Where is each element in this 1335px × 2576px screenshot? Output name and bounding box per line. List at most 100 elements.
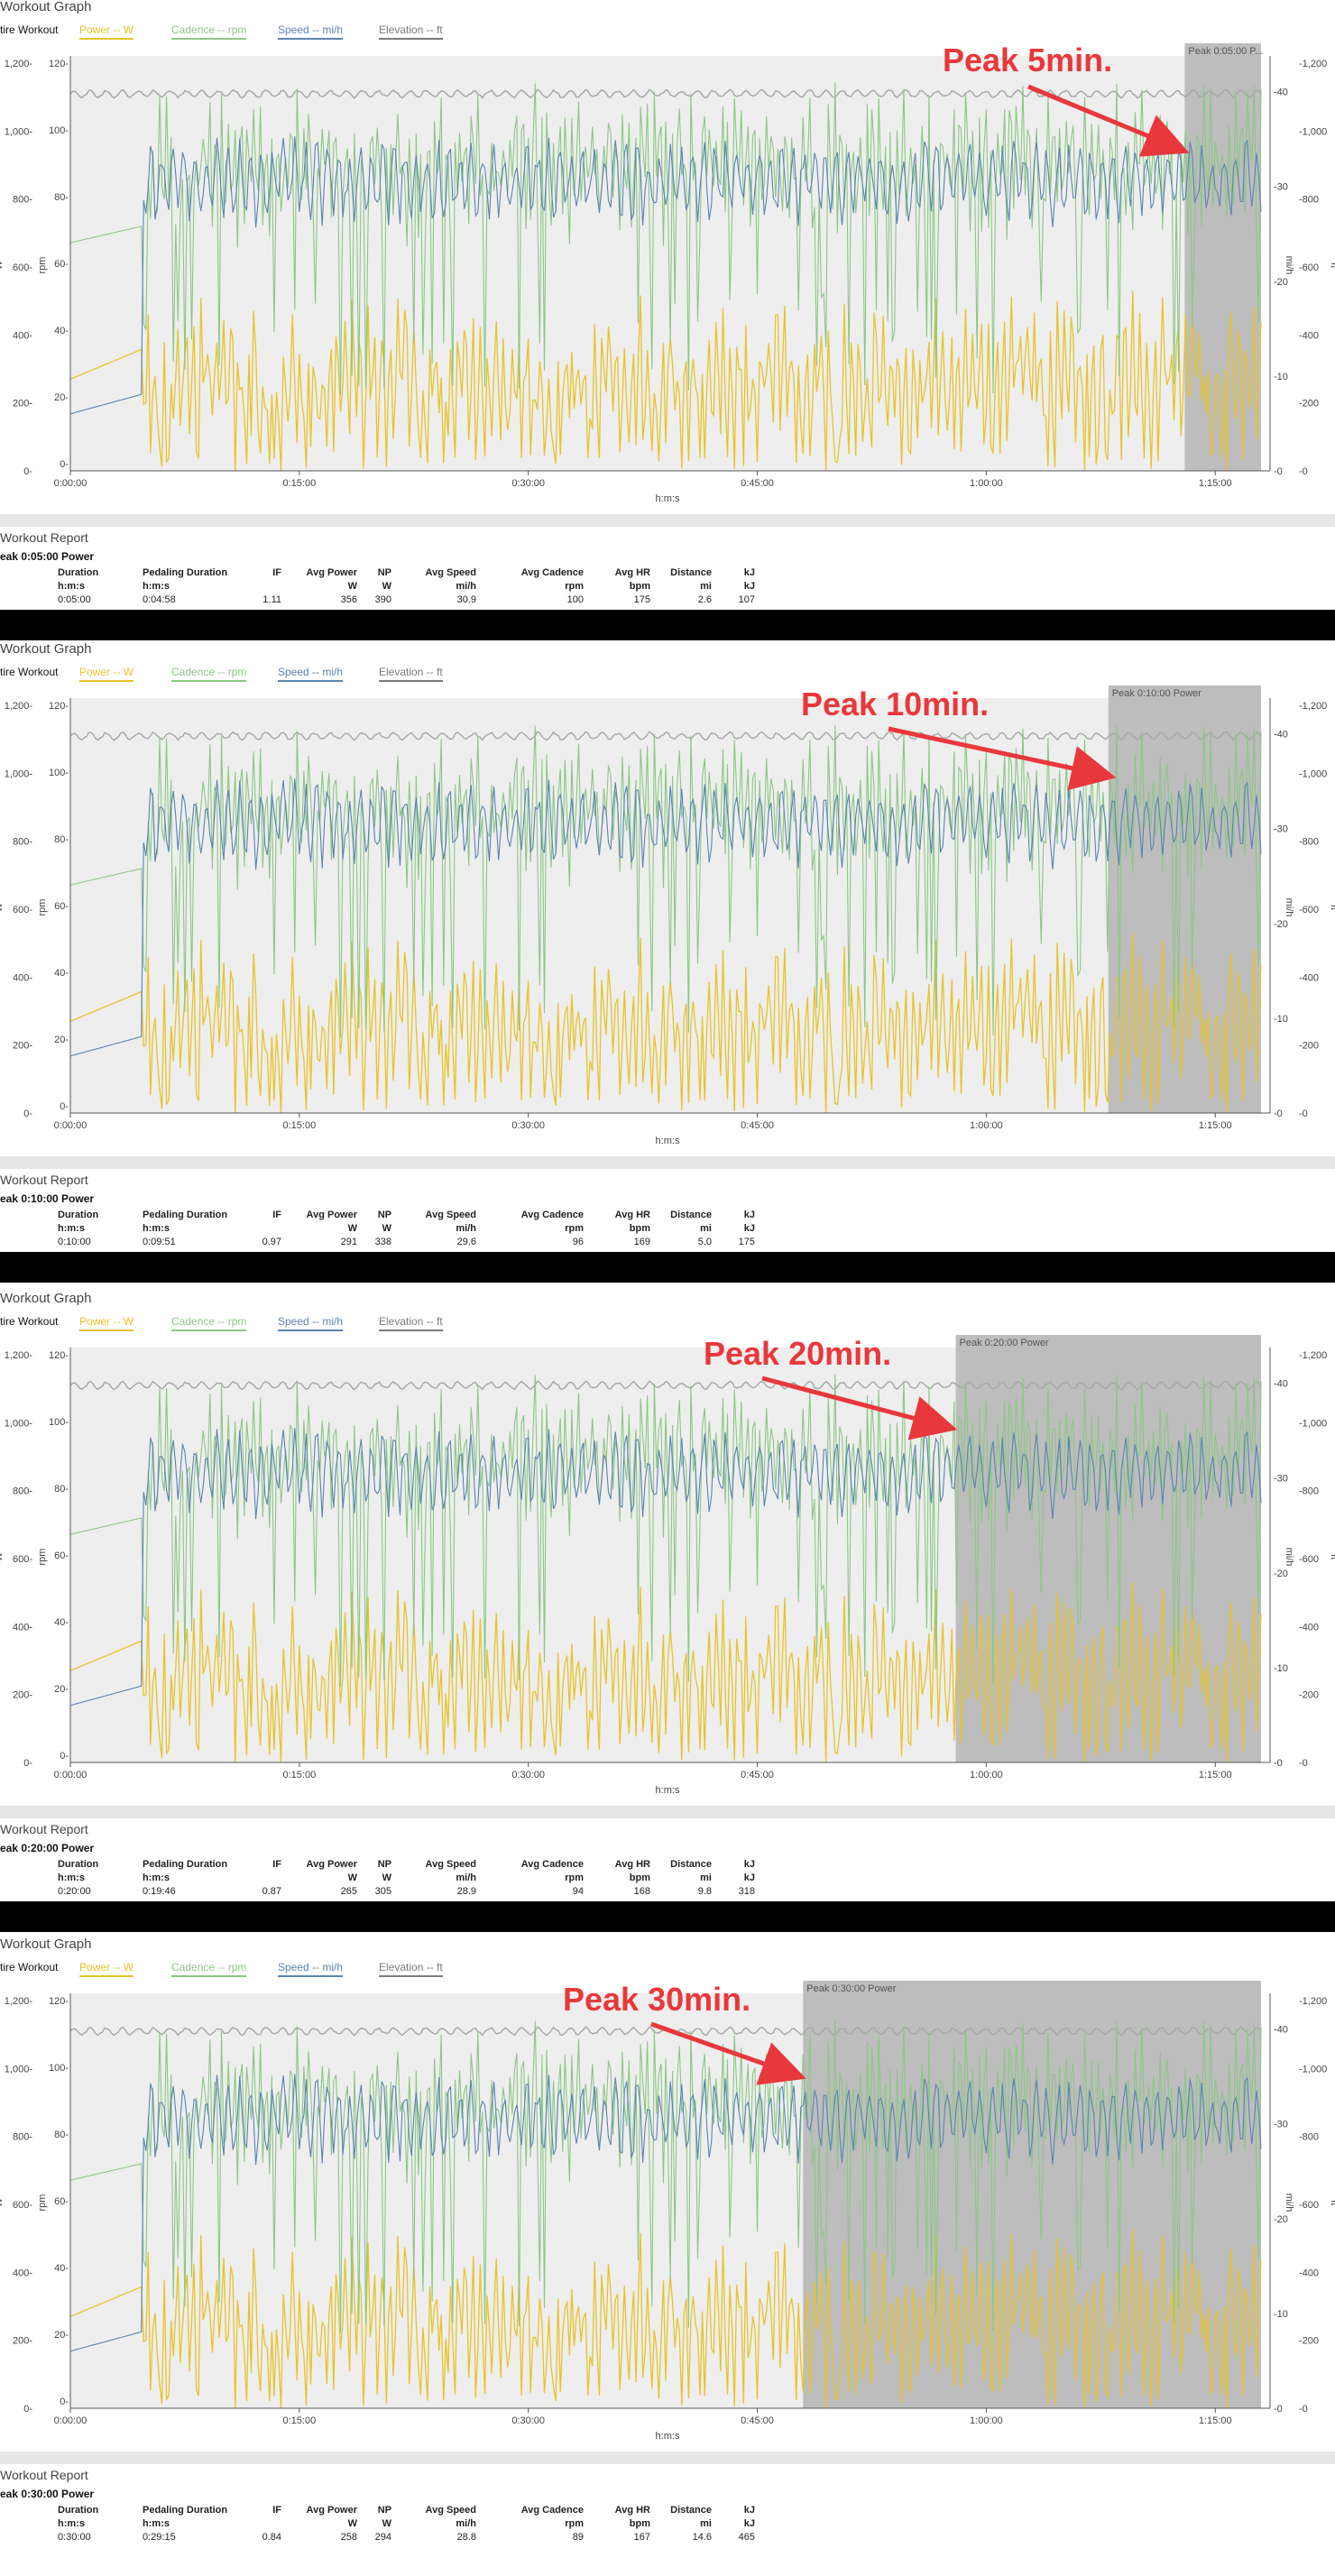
y-unit-label: mi/h	[1284, 256, 1294, 275]
report-value-cell: 0:20:00	[58, 1885, 91, 1897]
cadence-tick-label: 20-	[54, 392, 69, 403]
report-header-cell: IF	[272, 1209, 281, 1220]
workout-panel: Workout Graph tire Workout Power -- W Caden…	[0, 641, 1335, 1283]
report-value-cell: 0:04:58	[143, 593, 176, 605]
elevation-tick-label: -200	[1299, 2336, 1319, 2347]
peak-highlight	[1108, 685, 1261, 1113]
x-axis-label: h:m:s	[656, 2431, 680, 2442]
y-unit-label: mi/h	[1284, 898, 1294, 917]
elevation-tick-label: -1,000	[1299, 126, 1327, 137]
x-tick-label: 0:45:00	[741, 2415, 774, 2426]
x-axis-label: h:m:s	[656, 1785, 680, 1796]
workout-report-title: Workout Report	[0, 2468, 88, 2482]
speed-tick-label: -10	[1274, 2309, 1288, 2320]
speed-tick-label: -0	[1274, 466, 1283, 477]
power-tick-label: 200-	[13, 399, 32, 409]
elevation-tick-label: -1,000	[1299, 2064, 1327, 2075]
peak-annotation: Peak 10min.	[801, 685, 990, 722]
y-unit-label: rpm	[37, 257, 48, 274]
power-tick-label: 200-	[13, 1041, 32, 1052]
report-value-cell: 0:05:00	[58, 593, 91, 605]
cadence-tick-label: 40-	[54, 2263, 69, 2274]
report-header-cell: IF	[272, 2504, 281, 2516]
report-header-cell: Avg HR	[614, 2504, 650, 2516]
report-unit-cell	[251, 579, 283, 593]
x-tick-label: 1:00:00	[970, 1120, 1003, 1131]
power-tick-label: 1,000-	[5, 768, 33, 779]
x-axis-label: h:m:s	[656, 1136, 680, 1146]
workout-panel: Workout Graph tire Workout Power -- W Caden…	[0, 1937, 1335, 2576]
report-unit-cell: h:m:s	[143, 1872, 170, 1883]
section-separator	[0, 1156, 1335, 1169]
power-tick-label: 1,200-	[5, 1996, 33, 2007]
speed-tick-label: -30	[1274, 182, 1288, 193]
report-value-cell: 100	[566, 593, 584, 605]
report-unit-cell	[251, 2516, 283, 2530]
report-value-cell: 2.6	[697, 593, 712, 605]
report-unit-cell: W	[347, 580, 357, 592]
elevation-tick-label: -1,000	[1299, 768, 1327, 779]
cadence-tick-label: 100-	[49, 125, 69, 136]
report-header-cell: kJ	[743, 2504, 755, 2516]
report-unit-cell: mi	[700, 580, 712, 592]
report-header-cell: NP	[377, 2504, 391, 2516]
report-header-cell: Distance	[670, 566, 712, 578]
report-unit-cell: rpm	[565, 1222, 584, 1234]
x-tick-label: 0:45:00	[741, 1770, 774, 1780]
elevation-tick-label: -1,200	[1299, 1996, 1327, 2007]
y-unit-label: mi/h	[1284, 2194, 1294, 2213]
report-header-cell: NP	[377, 1209, 391, 1220]
report-value-cell: 168	[633, 1885, 650, 1897]
peak-annotation: Peak 30min.	[563, 1981, 751, 2018]
peak-label: Peak 0:30:00 Power	[806, 1983, 896, 1994]
report-header-cell: Avg Power	[306, 2504, 357, 2516]
y-unit-label: mi/h	[1284, 1548, 1294, 1567]
report-header-cell: Avg Power	[306, 1858, 357, 1870]
elevation-tick-label: -600	[1299, 2200, 1319, 2211]
report-value-cell: 0:19:46	[143, 1885, 176, 1897]
report-value-cell: 294	[374, 2531, 391, 2543]
report-header-cell: Avg HR	[614, 1858, 650, 1870]
speed-tick-label: -40	[1274, 1379, 1288, 1390]
y-unit-label: W	[0, 260, 5, 270]
y-unit-label: rpm	[37, 899, 48, 916]
report-header-cell: Avg Power	[306, 1209, 357, 1220]
y-unit-label: rpm	[37, 2194, 48, 2212]
report-value-cell: 465	[738, 2531, 755, 2543]
power-tick-label: 600-	[13, 262, 32, 273]
power-tick-label: 800-	[13, 837, 32, 848]
power-tick-label: 400-	[13, 972, 32, 983]
report-header-cell: Avg HR	[614, 1209, 650, 1220]
report-header-cell: Avg HR	[614, 566, 650, 578]
panel-divider	[0, 1252, 1335, 1283]
cadence-tick-label: 120-	[49, 59, 69, 69]
speed-tick-label: -40	[1274, 87, 1288, 98]
report-unit-cell: h:m:s	[58, 2517, 85, 2529]
report-value-cell: 9.8	[697, 1885, 712, 1897]
section-separator	[0, 2452, 1335, 2464]
report-subtitle: eak 0:10:00 Power	[0, 1192, 95, 1205]
report-subtitle: eak 0:20:00 Power	[0, 1842, 95, 1854]
power-tick-label: 200-	[13, 1690, 32, 1701]
elevation-tick-label: -0	[1299, 1758, 1308, 1769]
speed-tick-label: -0	[1274, 1758, 1283, 1769]
cadence-tick-label: 20-	[54, 2330, 69, 2341]
report-header-cell: Avg Speed	[425, 1209, 476, 1220]
report-value-cell: 5.0	[697, 1236, 712, 1247]
x-tick-label: 0:00:00	[54, 1770, 87, 1780]
report-header-cell: Pedaling Duration	[143, 1209, 228, 1220]
report-value-cell: 175	[738, 1236, 755, 1247]
report-subtitle: eak 0:05:00 Power	[0, 550, 95, 563]
report-unit-row: h:m:s h:m:s W Wmi/h rpm bpm mi kJ	[56, 2516, 757, 2530]
report-unit-cell: kJ	[743, 1222, 755, 1234]
report-unit-cell: W	[382, 1222, 391, 1234]
elevation-tick-label: -600	[1299, 262, 1319, 273]
elevation-tick-label: -400	[1299, 330, 1319, 341]
elevation-tick-label: -1,200	[1299, 701, 1327, 712]
report-value-cell: 0.87	[262, 1885, 281, 1897]
y-unit-label: ft	[1329, 262, 1335, 268]
report-value-cell: 107	[738, 593, 755, 605]
report-header-cell: Pedaling Duration	[143, 1858, 228, 1870]
report-header-cell: Duration	[58, 1209, 99, 1220]
report-value-cell: 0:10:00	[58, 1236, 91, 1247]
